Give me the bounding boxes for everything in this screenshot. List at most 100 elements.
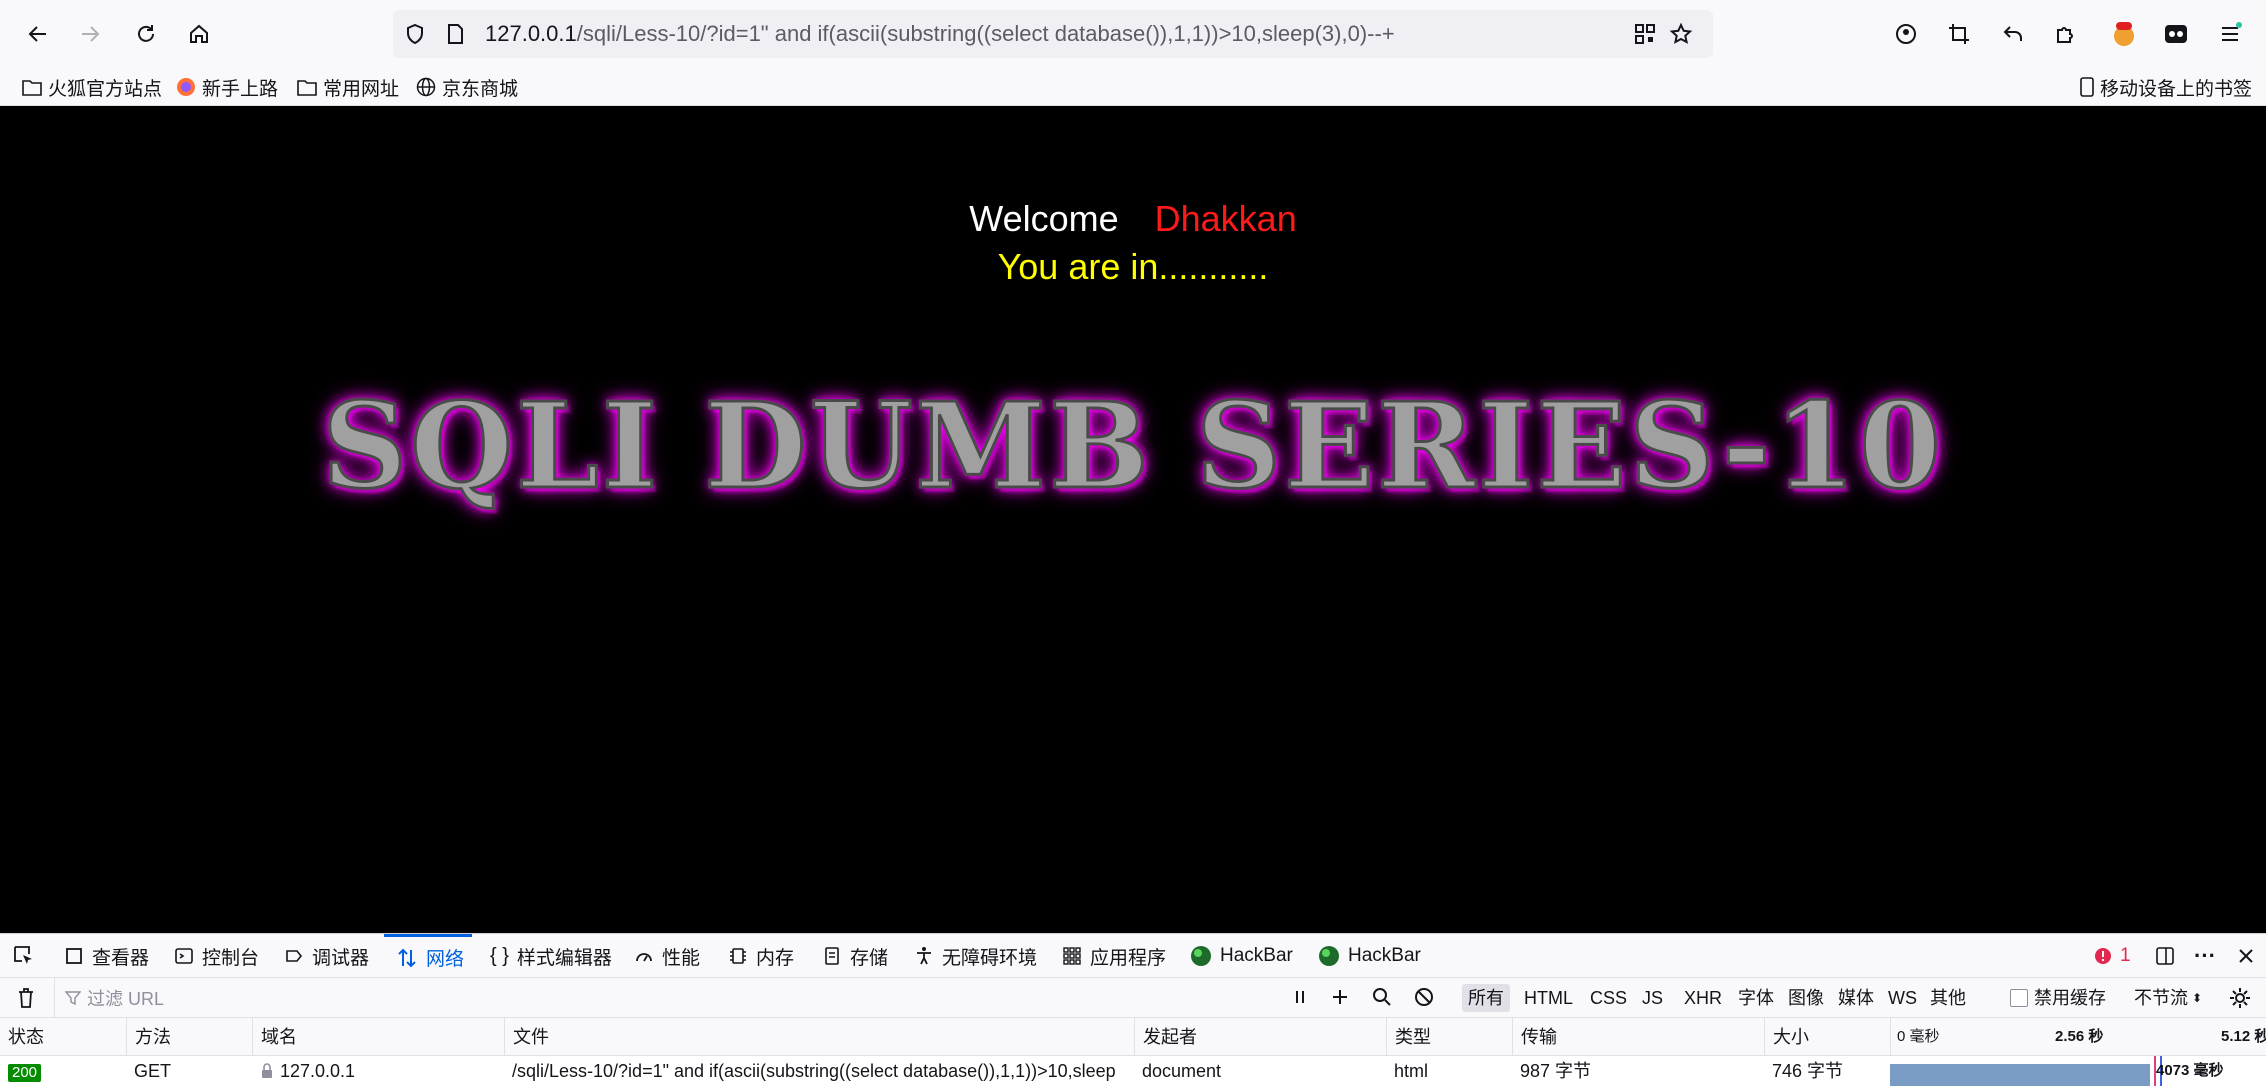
filter-type-js[interactable]: JS: [1636, 984, 1669, 1012]
url-bar[interactable]: 127.0.0.1/sqli/Less-10/?id=1" and if(asc…: [393, 10, 1713, 58]
table-row[interactable]: 200 GET 127.0.0.1 /sqli/Less-10/?id=1" a…: [0, 1056, 2266, 1086]
puzzle-icon: [2057, 27, 2073, 43]
column-header-timeline[interactable]: 0 毫秒 2.56 秒 5.12 秒: [1890, 1018, 2266, 1056]
bookmark-item[interactable]: 新手上路: [176, 68, 278, 106]
dock-button[interactable]: [2154, 934, 2176, 978]
network-table-header: 状态 方法 域名 文件 发起者 类型 传输 大小 0 毫秒 2.56 秒 5.1…: [0, 1018, 2266, 1056]
tab-performance[interactable]: 性能: [634, 934, 700, 978]
filter-type-all[interactable]: 所有: [1462, 984, 1510, 1012]
extension-button-2[interactable]: [2156, 14, 2196, 54]
filter-url-input[interactable]: 过滤 URL: [54, 978, 1254, 1018]
welcome-text: Welcome: [969, 198, 1119, 239]
column-header-type[interactable]: 类型: [1386, 1018, 1512, 1056]
column-header-size[interactable]: 大小: [1764, 1018, 1890, 1056]
checkbox-icon: [2010, 989, 2028, 1007]
welcome-line: Welcome Dhakkan: [0, 198, 2266, 240]
bookmark-item[interactable]: 火狐官方站点: [22, 68, 162, 106]
plus-icon: [1333, 990, 1347, 1004]
error-counter[interactable]: 1: [2094, 934, 2131, 978]
filter-type-ws[interactable]: WS: [1882, 984, 1923, 1012]
column-header-initiator[interactable]: 发起者: [1134, 1018, 1386, 1056]
tab-application[interactable]: 应用程序: [1062, 934, 1166, 978]
block-button[interactable]: [1414, 987, 1434, 1012]
account-button[interactable]: [1886, 14, 1926, 54]
filter-type-other[interactable]: 其他: [1924, 984, 1972, 1012]
filter-type-media[interactable]: 媒体: [1832, 984, 1880, 1012]
debugger-icon: [286, 950, 303, 962]
search-button[interactable]: [1372, 987, 1392, 1012]
forward-arrow-icon: [82, 26, 100, 42]
picker-icon: [14, 946, 32, 964]
grid-apps-icon: [1063, 947, 1081, 965]
row-initiator: document: [1142, 1061, 1222, 1081]
search-icon: [1373, 988, 1391, 1006]
tab-debugger[interactable]: 调试器: [284, 934, 369, 978]
bookmark-item[interactable]: 常用网址: [297, 68, 399, 106]
dock-icon: [2156, 947, 2174, 965]
tab-hackbar-2[interactable]: HackBar: [1318, 934, 1421, 978]
bookmark-item[interactable]: 京东商城: [416, 68, 518, 106]
hamburger-icon: [2222, 22, 2242, 41]
column-header-file[interactable]: 文件: [504, 1018, 1134, 1056]
filter-icon: [65, 991, 81, 1006]
extensions-button[interactable]: [2046, 14, 2086, 54]
bookmark-star-icon[interactable]: [1669, 22, 1693, 46]
undo-button[interactable]: [1993, 14, 2033, 54]
clear-button[interactable]: [16, 987, 36, 1014]
more-options-button[interactable]: ···: [2194, 934, 2216, 978]
filter-type-images[interactable]: 图像: [1782, 984, 1830, 1012]
row-timing: 4073 毫秒: [2156, 1062, 2224, 1079]
tab-memory[interactable]: 内存: [728, 934, 794, 978]
storage-icon: [825, 947, 839, 965]
filter-type-fonts[interactable]: 字体: [1732, 984, 1780, 1012]
extension-button[interactable]: [2104, 14, 2144, 54]
row-file: /sqli/Less-10/?id=1" and if(ascii(substr…: [512, 1061, 1116, 1081]
home-button[interactable]: [179, 14, 219, 54]
page-info-icon[interactable]: [443, 22, 467, 46]
shield-icon[interactable]: [403, 22, 427, 46]
throttle-select[interactable]: 不节流 ⬍: [2128, 984, 2208, 1012]
back-arrow-icon: [28, 26, 46, 42]
page-content: Welcome Dhakkan You are in........... SQL…: [0, 106, 2266, 933]
column-header-domain[interactable]: 域名: [252, 1018, 504, 1056]
screenshot-button[interactable]: [1939, 14, 1979, 54]
block-icon: [1415, 988, 1433, 1006]
network-settings-button[interactable]: [2228, 986, 2252, 1015]
forward-button[interactable]: [70, 14, 110, 54]
hackbar-icon: [1191, 946, 1211, 966]
accessibility-icon: [917, 947, 931, 965]
close-devtools-button[interactable]: [2236, 934, 2256, 978]
tab-style-editor[interactable]: { } 样式编辑器: [490, 934, 612, 978]
extension-badge-icon: [2114, 22, 2134, 46]
tab-console[interactable]: 控制台: [174, 934, 259, 978]
inspector-icon: [66, 948, 82, 964]
tab-accessibility[interactable]: 无障碍环境: [914, 934, 1037, 978]
disable-cache-toggle[interactable]: 禁用缓存: [2004, 984, 2112, 1012]
url-text[interactable]: 127.0.0.1/sqli/Less-10/?id=1" and if(asc…: [485, 10, 1395, 58]
pause-icon: [1296, 991, 1304, 1003]
tab-inspector[interactable]: 查看器: [64, 934, 149, 978]
menu-button[interactable]: [2210, 14, 2250, 54]
close-icon: [2239, 949, 2253, 963]
pause-button[interactable]: [1290, 987, 1310, 1012]
mobile-bookmarks[interactable]: 移动设备上的书签: [2080, 68, 2252, 106]
gear-icon: [2230, 988, 2250, 1008]
mobile-device-icon: [2080, 77, 2094, 97]
globe-icon: [416, 77, 436, 97]
add-request-button[interactable]: [1330, 987, 1350, 1012]
row-type: html: [1394, 1061, 1429, 1081]
tab-hackbar[interactable]: HackBar: [1190, 934, 1293, 978]
element-picker-button[interactable]: [12, 934, 36, 978]
column-header-method[interactable]: 方法: [126, 1018, 252, 1056]
reload-button[interactable]: [126, 14, 166, 54]
network-arrows-icon: [398, 948, 416, 967]
filter-type-css[interactable]: CSS: [1584, 984, 1633, 1012]
qr-code-icon[interactable]: [1633, 22, 1657, 46]
column-header-transferred[interactable]: 传输: [1512, 1018, 1764, 1056]
back-button[interactable]: [18, 14, 58, 54]
filter-type-html[interactable]: HTML: [1518, 984, 1579, 1012]
column-header-status[interactable]: 状态: [0, 1018, 126, 1056]
tab-network[interactable]: 网络: [384, 934, 473, 978]
tab-storage[interactable]: 存储: [822, 934, 888, 978]
filter-type-xhr[interactable]: XHR: [1678, 984, 1728, 1012]
